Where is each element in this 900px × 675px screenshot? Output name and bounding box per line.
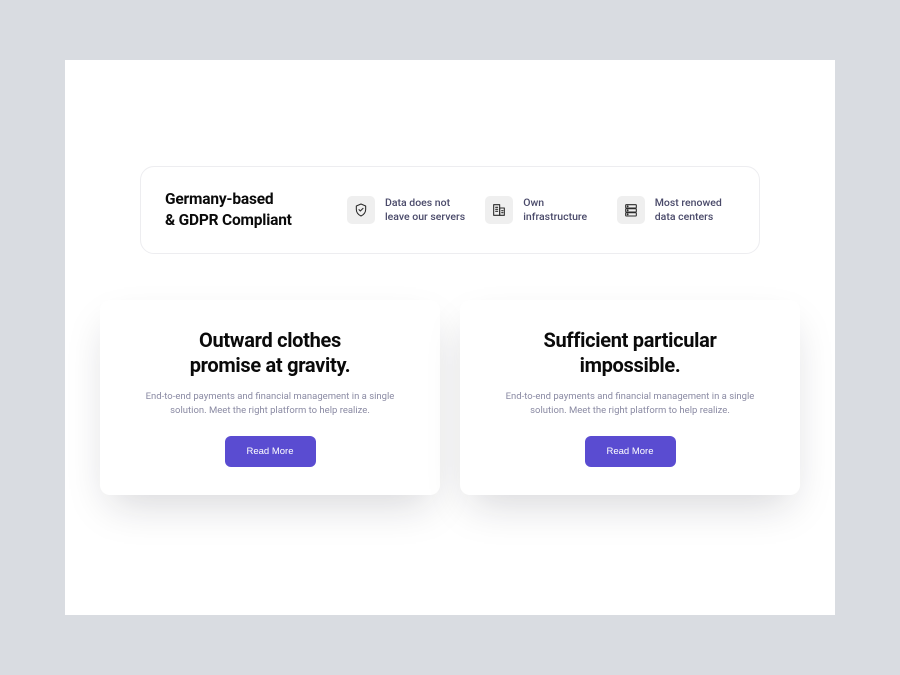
card-title: Sufficient particular impossible.	[484, 328, 776, 378]
card-title-line1: Sufficient particular	[543, 328, 716, 352]
card-title: Outward clothes promise at gravity.	[124, 328, 416, 378]
card-description: End-to-end payments and financial manage…	[135, 390, 405, 419]
compliance-title-line1: Germany-based	[165, 190, 273, 208]
read-more-button[interactable]: Read More	[585, 436, 676, 467]
compliance-title-line2: & GDPR Compliant	[165, 211, 292, 229]
compliance-bar: Germany-based & GDPR Compliant Data does…	[140, 166, 760, 254]
feature-infrastructure: Own infrastructure	[485, 196, 597, 224]
feature-text: Own infrastructure	[523, 196, 597, 224]
card-description: End-to-end payments and financial manage…	[495, 390, 765, 419]
feature-text: Data does not leave our servers	[385, 196, 465, 224]
read-more-button[interactable]: Read More	[225, 436, 316, 467]
card-title-line2: impossible.	[580, 353, 681, 377]
cards-row: Outward clothes promise at gravity. End-…	[100, 300, 800, 496]
servers-icon	[617, 196, 645, 224]
shield-icon	[347, 196, 375, 224]
info-card: Sufficient particular impossible. End-to…	[460, 300, 800, 496]
feature-data-privacy: Data does not leave our servers	[347, 196, 465, 224]
card-title-line1: Outward clothes	[199, 328, 341, 352]
building-icon	[485, 196, 513, 224]
feature-datacenters: Most renowed data centers	[617, 196, 735, 224]
page-canvas: Germany-based & GDPR Compliant Data does…	[65, 60, 835, 615]
compliance-title: Germany-based & GDPR Compliant	[165, 189, 327, 231]
info-card: Outward clothes promise at gravity. End-…	[100, 300, 440, 496]
feature-text: Most renowed data centers	[655, 196, 735, 224]
card-title-line2: promise at gravity.	[190, 353, 351, 377]
